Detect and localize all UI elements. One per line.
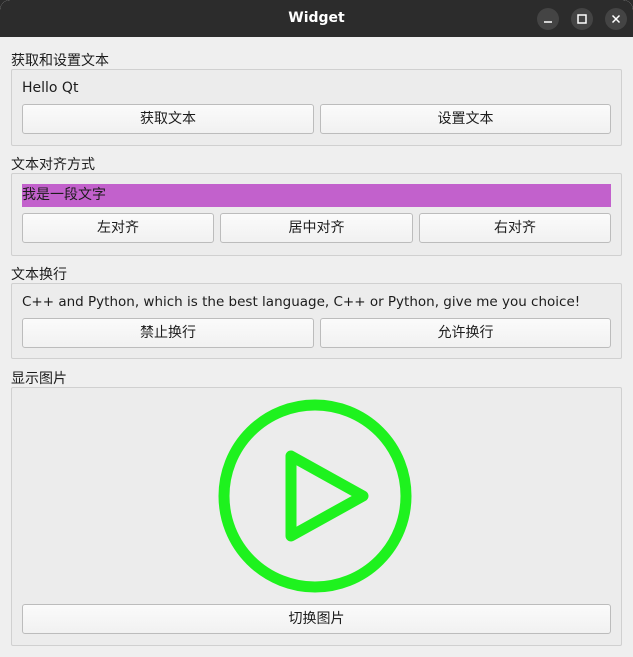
title-bar[interactable]: Widget	[0, 0, 633, 37]
hello-label: Hello Qt	[22, 80, 79, 96]
minimize-button[interactable]	[537, 8, 559, 30]
play-icon	[218, 399, 412, 593]
group-align-title: 文本对齐方式	[11, 157, 95, 173]
align-right-button[interactable]: 右对齐	[419, 213, 611, 243]
close-icon	[611, 14, 621, 24]
get-text-button[interactable]: 获取文本	[22, 104, 314, 134]
main-window: Widget 获取和设置文本 Hello Qt 获取文本 设置文本 文本对齐方式…	[0, 0, 633, 657]
maximize-button[interactable]	[571, 8, 593, 30]
set-text-button[interactable]: 设置文本	[320, 104, 611, 134]
group-wrap-title: 文本换行	[11, 267, 67, 283]
switch-image-button[interactable]: 切换图片	[22, 604, 611, 634]
align-left-button[interactable]: 左对齐	[22, 213, 214, 243]
image-display	[217, 398, 413, 598]
maximize-icon	[577, 14, 587, 24]
enable-wrap-button[interactable]: 允许换行	[320, 318, 611, 348]
close-button[interactable]	[605, 8, 627, 30]
minimize-icon	[544, 21, 552, 23]
group-get-set-title: 获取和设置文本	[11, 53, 109, 69]
group-image-title: 显示图片	[11, 371, 67, 387]
aligned-text-label: 我是一段文字	[22, 184, 611, 207]
align-center-button[interactable]: 居中对齐	[220, 213, 413, 243]
disable-wrap-button[interactable]: 禁止换行	[22, 318, 314, 348]
wrap-text-label: C++ and Python, which is the best langua…	[22, 294, 581, 310]
